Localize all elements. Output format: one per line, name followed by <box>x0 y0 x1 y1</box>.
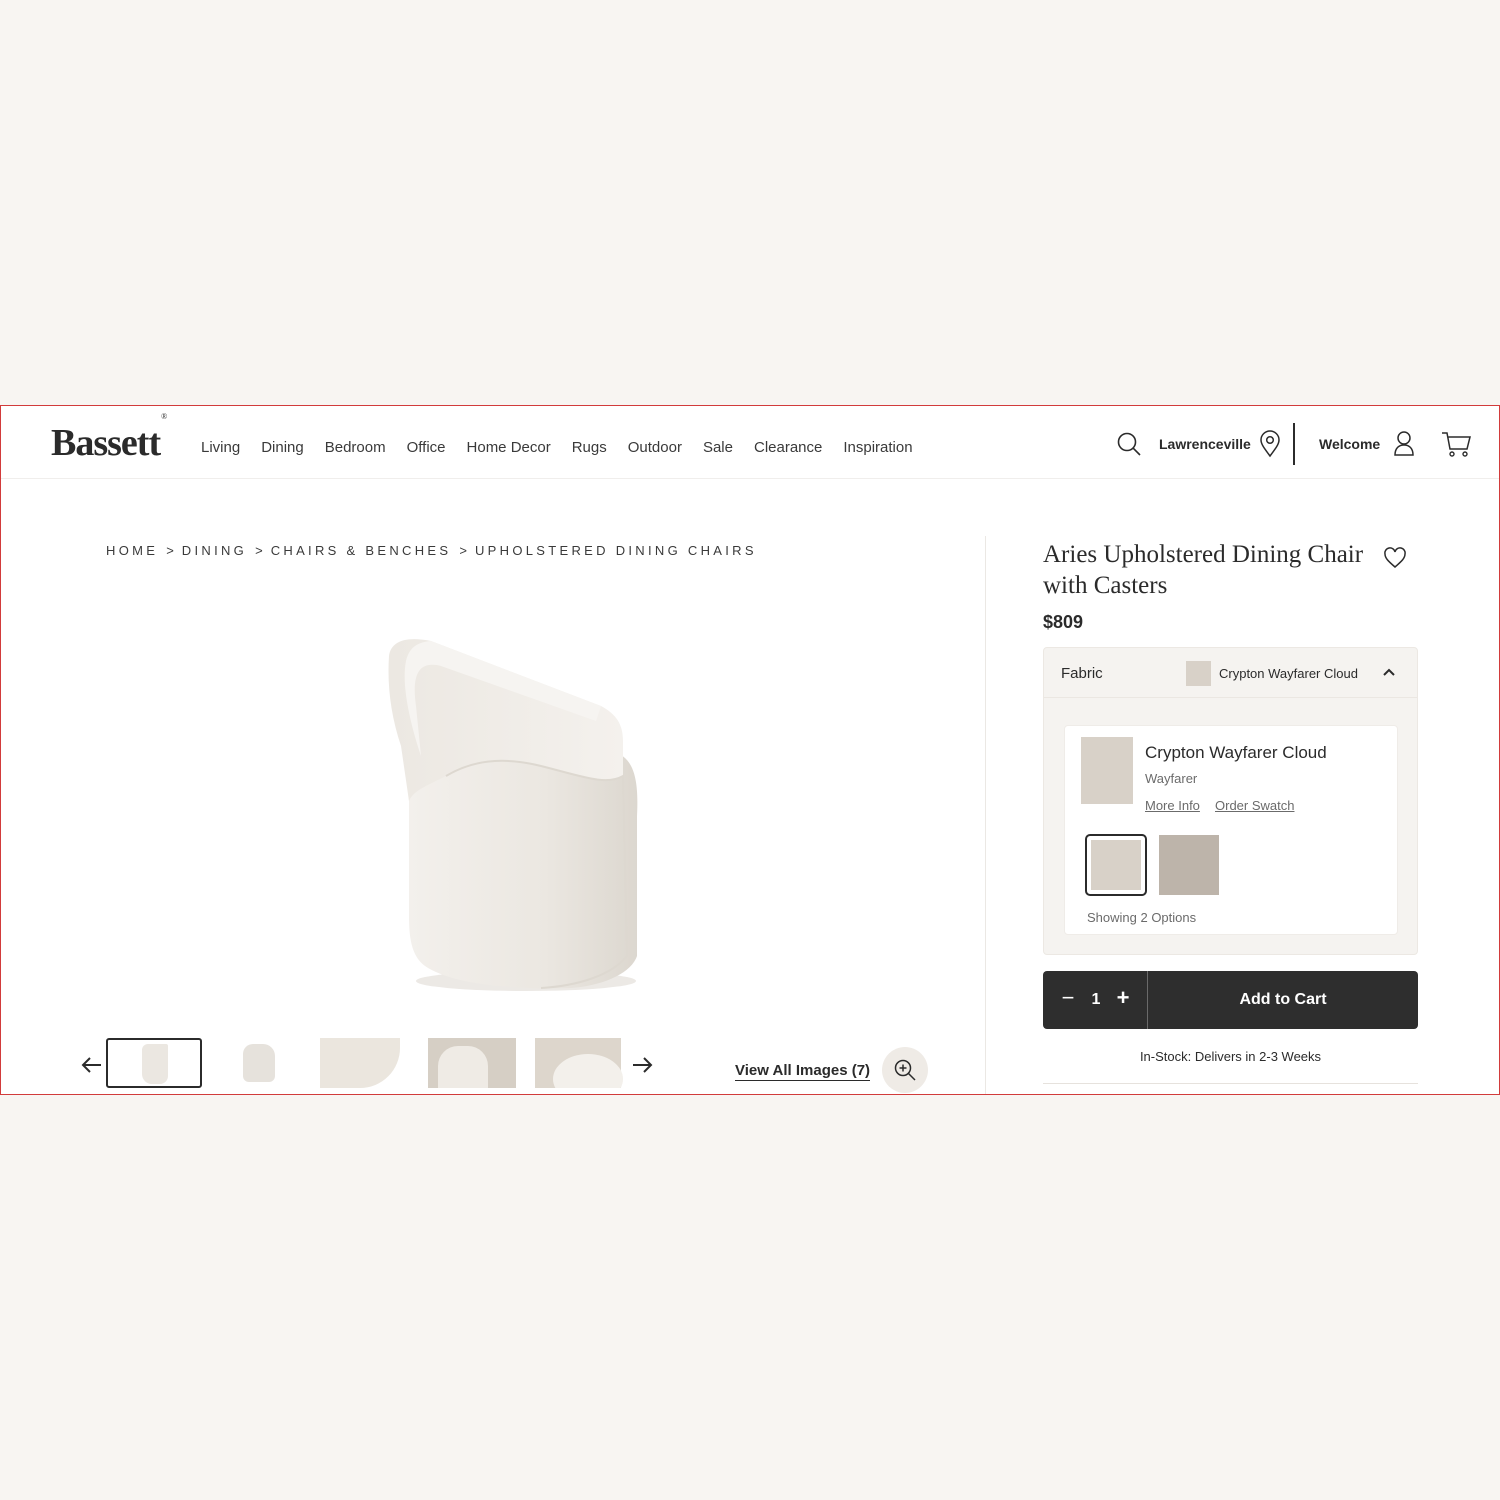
fabric-option-2[interactable] <box>1159 835 1219 895</box>
fabric-option-swatch <box>1091 840 1141 890</box>
breadcrumb-upholstered-dining-chairs[interactable]: UPHOLSTERED DINING CHAIRS <box>475 543 757 558</box>
fabric-label: Fabric <box>1061 665 1103 682</box>
site-header: Bassett® Living Dining Bedroom Office Ho… <box>1 406 1499 479</box>
breadcrumb-separator: > <box>459 543 467 558</box>
quantity-value[interactable]: 1 <box>1090 991 1102 1009</box>
breadcrumb: HOME > DINING > CHAIRS & BENCHES > UPHOL… <box>106 543 757 558</box>
breadcrumb-separator: > <box>255 543 263 558</box>
zoom-button[interactable] <box>882 1047 928 1093</box>
product-main-image[interactable] <box>361 626 661 996</box>
welcome-account[interactable]: Welcome <box>1319 436 1380 452</box>
add-to-cart-button[interactable]: Add to Cart <box>1148 971 1418 1029</box>
breadcrumb-chairs-benches[interactable]: CHAIRS & BENCHES <box>271 543 452 558</box>
breadcrumb-home[interactable]: HOME <box>106 543 158 558</box>
fabric-selector: Fabric Crypton Wayfarer Cloud Crypton Wa… <box>1043 647 1418 955</box>
order-swatch-link[interactable]: Order Swatch <box>1215 798 1294 813</box>
nav-sale[interactable]: Sale <box>703 439 733 456</box>
nav-outdoor[interactable]: Outdoor <box>628 439 682 456</box>
fabric-detail-swatch <box>1081 737 1133 804</box>
selected-fabric-swatch <box>1186 661 1211 686</box>
chevron-up-icon[interactable] <box>1382 666 1396 678</box>
main-nav: Living Dining Bedroom Office Home Decor … <box>201 439 913 456</box>
product-price: $809 <box>1043 612 1084 632</box>
fabric-detail-name: Crypton Wayfarer Cloud <box>1145 743 1327 762</box>
thumbnail-4[interactable] <box>428 1038 524 1088</box>
zoom-in-icon <box>894 1059 916 1081</box>
fabric-option-swatch <box>1159 835 1219 895</box>
user-icon[interactable] <box>1393 430 1415 456</box>
thumbnail-chair-shape <box>438 1046 488 1088</box>
fabric-option-1[interactable] <box>1085 834 1147 896</box>
nav-dining[interactable]: Dining <box>261 439 304 456</box>
column-divider <box>985 536 986 1094</box>
product-title: Aries Upholstered Dining Chair with Cast… <box>1043 541 1364 599</box>
bassett-logo[interactable]: Bassett® <box>51 412 167 465</box>
thumb-prev-arrow-icon[interactable] <box>81 1056 103 1074</box>
location-pin-icon[interactable] <box>1258 430 1282 458</box>
breadcrumb-dining[interactable]: DINING <box>182 543 247 558</box>
thumbnail-chair-shape <box>320 1038 400 1088</box>
selected-fabric-name: Crypton Wayfarer Cloud <box>1219 666 1358 681</box>
header-divider <box>1293 423 1295 465</box>
more-info-link[interactable]: More Info <box>1145 798 1200 813</box>
nav-bedroom[interactable]: Bedroom <box>325 439 386 456</box>
thumbnail-chair-shape <box>243 1044 275 1082</box>
options-count: Showing 2 Options <box>1087 910 1197 925</box>
cart-icon[interactable] <box>1441 430 1471 458</box>
fabric-accordion-header[interactable]: Fabric Crypton Wayfarer Cloud <box>1044 648 1417 698</box>
quantity-increase-button[interactable]: + <box>1113 987 1133 1013</box>
nav-rugs[interactable]: Rugs <box>572 439 607 456</box>
add-to-cart-bar: − 1 + Add to Cart <box>1043 971 1418 1029</box>
nav-living[interactable]: Living <box>201 439 240 456</box>
quantity-decrease-button[interactable]: − <box>1059 987 1077 1013</box>
browser-frame: Bassett® Living Dining Bedroom Office Ho… <box>0 405 1500 1095</box>
search-icon[interactable] <box>1116 431 1142 457</box>
thumbnail-3[interactable] <box>320 1038 416 1088</box>
store-location[interactable]: Lawrenceville <box>1159 436 1251 452</box>
nav-clearance[interactable]: Clearance <box>754 439 822 456</box>
thumb-next-arrow-icon[interactable] <box>631 1056 653 1074</box>
nav-office[interactable]: Office <box>407 439 446 456</box>
thumbnail-1[interactable] <box>106 1038 202 1088</box>
fabric-detail-card: Crypton Wayfarer Cloud Wayfarer More Inf… <box>1064 725 1398 935</box>
thumbnail-chair-shape <box>142 1044 168 1084</box>
thumbnail-2[interactable] <box>213 1038 309 1088</box>
view-all-images-link[interactable]: View All Images (7) <box>735 1062 871 1081</box>
nav-home-decor[interactable]: Home Decor <box>467 439 551 456</box>
section-divider <box>1043 1083 1418 1084</box>
thumbnail-5[interactable] <box>535 1038 631 1088</box>
nav-inspiration[interactable]: Inspiration <box>843 439 912 456</box>
fabric-collection: Wayfarer <box>1145 771 1198 786</box>
stock-status: In-Stock: Delivers in 2-3 Weeks <box>1139 1049 1322 1064</box>
breadcrumb-separator: > <box>166 543 174 558</box>
heart-icon[interactable] <box>1383 547 1407 569</box>
